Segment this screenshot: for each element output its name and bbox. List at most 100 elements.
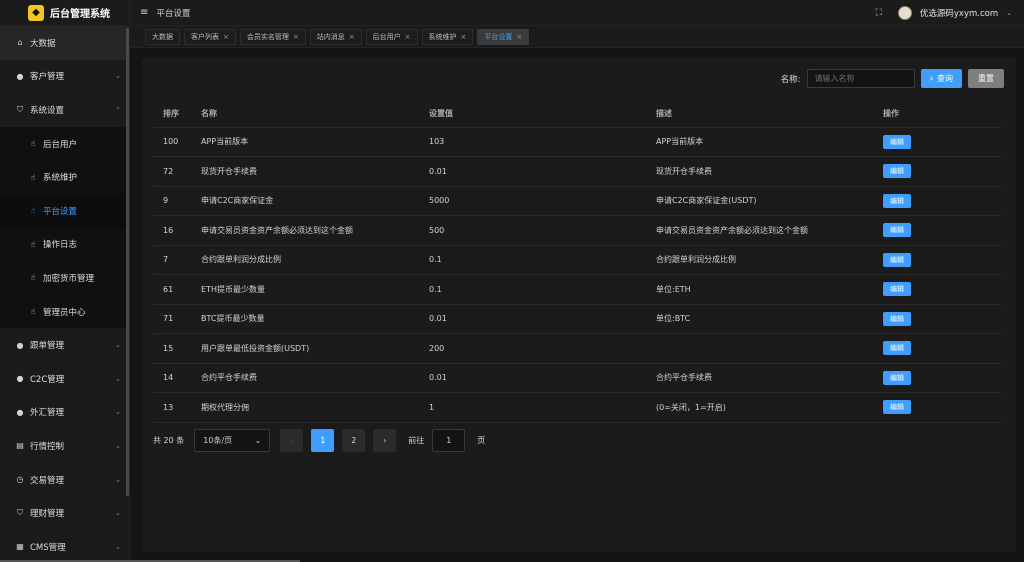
sidebar-item[interactable]: ☝ 系统维护 [0, 160, 129, 194]
user-icon: ● [16, 340, 24, 350]
sidebar-item[interactable]: ● C2C管理 ⌄ [0, 362, 129, 396]
sidebar-item[interactable]: ⛉ 理财管理 ⌄ [0, 496, 129, 530]
chevron-down-icon[interactable]: ⌄ [1006, 9, 1012, 17]
thumb-icon: ☝ [30, 307, 36, 317]
cell-sort: 71 [153, 304, 201, 334]
sidebar-scrollbar[interactable] [126, 28, 129, 496]
clock-icon: ◷ [16, 475, 24, 485]
chevron-icon: ⌄ [115, 341, 121, 350]
thumb-icon: ☝ [30, 139, 36, 149]
page-size-value: 10条/页 [203, 436, 233, 445]
chevron-icon: ⌄ [115, 542, 121, 551]
settings-table: 排序 名称 设置值 描述 操作 100 APP当前版本 103 APP当前版本 编辑 72… [153, 100, 1001, 423]
cell-sort: 16 [153, 215, 201, 246]
table-row: 71 BTC提币最少数量 0.01 单位:BTC 编辑 [153, 304, 1001, 334]
cell-value: 0.01 [429, 156, 656, 187]
sidebar-item[interactable]: ● 外汇管理 ⌄ [0, 396, 129, 430]
chevron-icon: ⌄ [115, 374, 121, 383]
cell-action: 编辑 [883, 186, 1001, 216]
sidebar-item[interactable]: ⌂ 大数据 [0, 26, 129, 60]
user-icon: ● [16, 407, 24, 417]
goto-page-input[interactable] [432, 429, 466, 452]
cell-value: 103 [429, 127, 656, 157]
cell-sort: 72 [153, 156, 201, 187]
fullscreen-icon[interactable]: ⛶ [876, 8, 882, 18]
close-icon[interactable]: × [516, 33, 522, 41]
close-icon[interactable]: × [223, 33, 229, 41]
tab[interactable]: 大数据 [145, 28, 180, 45]
close-icon[interactable]: × [293, 33, 299, 41]
shield-icon: ⛉ [17, 104, 23, 114]
sidebar-item[interactable]: ☝ 平台设置 [0, 193, 129, 228]
tab[interactable]: 系统维护 × [421, 28, 474, 45]
edit-button[interactable]: 编辑 [883, 193, 911, 208]
col-header-name: 名称 [201, 100, 429, 128]
sidebar-item[interactable]: ◷ 交易管理 ⌄ [0, 463, 129, 497]
table-row: 72 现货开仓手续费 0.01 现货开仓手续费 编辑 [153, 156, 1001, 187]
sidebar-item[interactable]: ☝ 操作日志 [0, 227, 129, 262]
search-input[interactable] [806, 69, 915, 88]
sidebar-item-label: 管理员中心 [43, 307, 86, 318]
table-row: 15 用户跟单最低投资金额(USDT) 200 编辑 [153, 333, 1001, 364]
cell-desc: 合约跟单利润分成比例 [656, 245, 883, 275]
reset-button[interactable]: 重置 [968, 69, 1004, 88]
next-page-button[interactable]: › [373, 429, 397, 452]
logo[interactable]: ◆ 后台管理系统 [0, 0, 129, 26]
cell-value: 1 [429, 392, 656, 423]
close-icon[interactable]: × [349, 33, 355, 41]
query-button[interactable]: ⌕ 查询 [920, 69, 962, 88]
sidebar-item[interactable]: ⛉ 系统设置 ⌃ [0, 93, 129, 127]
cell-action: 编辑 [883, 215, 1001, 246]
search-bar: 名称: ⌕ 查询 重置 [781, 69, 1004, 88]
edit-button[interactable]: 编辑 [883, 252, 911, 267]
page-button[interactable]: 1 [311, 429, 335, 452]
cell-sort: 7 [153, 245, 201, 275]
col-header-sort: 排序 [153, 100, 201, 128]
sidebar-item[interactable]: ☝ 管理员中心 [0, 294, 129, 329]
cell-name: 用户跟单最低投资金额(USDT) [201, 333, 429, 364]
table-row: 61 ETH提币最少数量 0.1 单位:ETH 编辑 [153, 274, 1001, 305]
avatar[interactable] [897, 5, 912, 20]
username[interactable]: 优选源码yxym.com [920, 7, 998, 19]
edit-button[interactable]: 编辑 [883, 341, 911, 356]
edit-button[interactable]: 编辑 [883, 134, 911, 149]
query-button-label: 查询 [937, 74, 953, 83]
page-button[interactable]: 2 [342, 429, 366, 452]
tab-label: 后台用户 [372, 32, 401, 41]
pagination-total: 共 20 条 [153, 436, 185, 445]
tab[interactable]: 会员实名管理 × [239, 28, 306, 45]
menu-toggle-icon[interactable]: ≡ [140, 7, 148, 18]
table-row: 16 申请交易员资金资产余额必须达到这个金额 500 申请交易员资金资产余额必须达到这… [153, 215, 1001, 246]
table-row: 100 APP当前版本 103 APP当前版本 编辑 [153, 127, 1001, 157]
sidebar-item[interactable]: ☝ 后台用户 [0, 126, 129, 161]
sidebar-item-label: 交易管理 [30, 475, 65, 486]
close-icon[interactable]: × [405, 33, 411, 41]
tab[interactable]: 平台设置 × [477, 28, 530, 45]
sidebar-item[interactable]: ● 客户管理 ⌄ [0, 60, 129, 94]
chevron-icon: ⌄ [115, 441, 121, 450]
edit-button[interactable]: 编辑 [883, 164, 911, 179]
table-row: 14 合约平仓手续费 0.01 合约平仓手续费 编辑 [153, 363, 1001, 393]
goto-label: 前往 [408, 436, 425, 445]
edit-button[interactable]: 编辑 [883, 282, 911, 297]
cell-name: APP当前版本 [201, 127, 429, 157]
table-row: 9 申请C2C商家保证金 5000 申请C2C商家保证金(USDT) 编辑 [153, 186, 1001, 216]
tab[interactable]: 客户列表 × [184, 28, 236, 45]
edit-button[interactable]: 编辑 [883, 370, 911, 385]
edit-button[interactable]: 编辑 [883, 223, 911, 238]
tab-label: 平台设置 [484, 32, 513, 41]
sidebar-item[interactable]: ☝ 加密货币管理 [0, 261, 129, 295]
cell-desc: 单位:BTC [656, 304, 883, 334]
sidebar-item[interactable]: ● 跟单管理 ⌄ [0, 328, 129, 362]
edit-button[interactable]: 编辑 [883, 311, 911, 326]
sidebar-item[interactable]: ▦ CMS管理 ⌄ [0, 530, 129, 562]
thumb-icon: ☝ [30, 239, 36, 249]
sidebar-item-label: 系统设置 [30, 105, 65, 116]
page-size-select[interactable]: 10条/页 ⌄ [194, 429, 271, 452]
close-icon[interactable]: × [461, 33, 467, 41]
tab[interactable]: 后台用户 × [365, 28, 418, 45]
sidebar-item[interactable]: ▤ 行情控制 ⌄ [0, 429, 129, 463]
edit-button[interactable]: 编辑 [883, 400, 911, 415]
prev-page-button[interactable]: ‹ [280, 429, 304, 452]
tab[interactable]: 站内消息 × [309, 28, 362, 45]
